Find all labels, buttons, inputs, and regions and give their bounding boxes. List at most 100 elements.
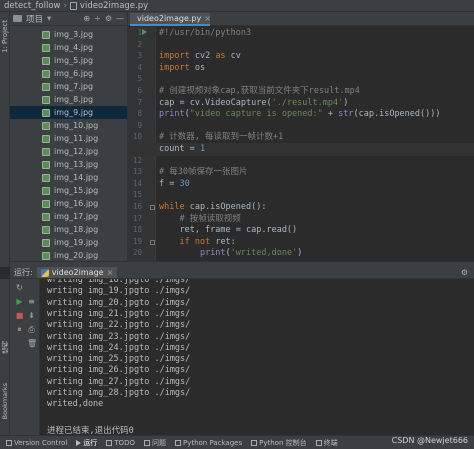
- gear-icon[interactable]: ⚙: [461, 268, 468, 277]
- tree-item[interactable]: img_9.jpg: [10, 106, 127, 119]
- run-console[interactable]: writing img_18.jpgto ./imgs/writing img_…: [40, 279, 474, 435]
- image-file-icon: [42, 225, 50, 234]
- tree-item[interactable]: img_18.jpg: [10, 223, 127, 236]
- image-file-icon: [42, 56, 50, 65]
- scroll-to-end-icon[interactable]: ⇟: [27, 311, 36, 320]
- console-line: writing img_19.jpgto ./imgs/: [47, 286, 191, 297]
- tree-item[interactable]: img_3.jpg: [10, 28, 127, 41]
- breadcrumb-separator: ›: [63, 0, 67, 11]
- editor-tab-bar: video2image.py ×: [128, 12, 474, 26]
- tree-item[interactable]: img_10.jpg: [10, 119, 127, 132]
- stop-icon[interactable]: ■: [15, 311, 24, 320]
- console-line: writing img_21.jpgto ./imgs/: [47, 308, 191, 319]
- status-tool-4[interactable]: Python Packages: [174, 439, 242, 447]
- tab-label: video2image.py: [137, 14, 202, 23]
- image-file-icon: [42, 108, 50, 117]
- tree-item-label: img_4.jpg: [54, 43, 94, 52]
- console-line: writed,done: [47, 399, 104, 410]
- tree-item[interactable]: img_6.jpg: [10, 67, 127, 80]
- status-tool-5[interactable]: Python 控制台: [251, 438, 307, 448]
- project-tool-button[interactable]: 1: Project: [1, 20, 9, 53]
- console-line: writing img_20.jpgto ./imgs/: [47, 297, 191, 308]
- project-tool-2-icon[interactable]: ⚙: [105, 14, 112, 23]
- image-file-icon: [42, 160, 50, 169]
- image-file-icon: [42, 95, 50, 104]
- code-editor[interactable]: 1234567891011121314151617181920 #!/usr/b…: [128, 27, 474, 261]
- run-toolbar: ↻ ▶ ■ ⏸ ≡ ⇟ ⎙ 🗑: [10, 279, 40, 435]
- rerun-icon[interactable]: ↻: [15, 283, 24, 292]
- tree-item[interactable]: img_16.jpg: [10, 197, 127, 210]
- image-file-icon: [42, 82, 50, 91]
- status-tool-label: Python 控制台: [259, 438, 307, 447]
- tree-item-label: img_12.jpg: [54, 147, 99, 156]
- image-file-icon: [42, 43, 50, 52]
- status-tool-3[interactable]: 问题: [143, 438, 166, 448]
- image-file-icon: [42, 30, 50, 39]
- tree-item[interactable]: img_14.jpg: [10, 171, 127, 184]
- project-panel-header: 项目 ▾ ⊕ ÷ ⚙ —: [10, 12, 127, 26]
- status-tool-1[interactable]: 运行: [76, 438, 97, 448]
- image-file-icon: [42, 69, 50, 78]
- status-tool-0[interactable]: Version Control: [6, 439, 67, 447]
- image-file-icon: [42, 251, 50, 260]
- problems-icon: [143, 439, 150, 446]
- tree-item[interactable]: img_4.jpg: [10, 41, 127, 54]
- image-file-icon: [42, 173, 50, 182]
- code-line: print('writed,done'): [199, 248, 303, 259]
- tree-item[interactable]: img_12.jpg: [10, 145, 127, 158]
- image-file-icon: [42, 121, 50, 130]
- print-icon[interactable]: ⎙: [27, 325, 36, 334]
- tree-item[interactable]: img_17.jpg: [10, 210, 127, 223]
- console-line: writing img_23.jpgto ./imgs/: [47, 331, 191, 342]
- tree-item[interactable]: img_13.jpg: [10, 158, 127, 171]
- tree-item-label: img_13.jpg: [54, 160, 99, 169]
- console-line: writing img_25.jpgto ./imgs/: [47, 354, 191, 365]
- console-line: 进程已结束,退出代码0: [47, 425, 134, 435]
- tree-item-label: img_17.jpg: [54, 212, 99, 221]
- project-tool-1-icon[interactable]: ÷: [94, 14, 101, 23]
- tree-item[interactable]: img_11.jpg: [10, 132, 127, 145]
- image-file-icon: [42, 134, 50, 143]
- folder-icon: [13, 15, 22, 22]
- project-panel-title[interactable]: 项目: [26, 13, 43, 25]
- tree-item[interactable]: img_5.jpg: [10, 54, 127, 67]
- run-tab-video2image[interactable]: video2image ×: [36, 267, 118, 278]
- status-tool-label: Version Control: [14, 438, 68, 447]
- soft-wrap-icon[interactable]: ≡: [27, 297, 36, 306]
- tree-item-label: img_15.jpg: [54, 186, 99, 195]
- tab-video2image[interactable]: video2image.py ×: [130, 13, 211, 26]
- image-file-icon: [42, 212, 50, 221]
- tree-item-label: img_19.jpg: [54, 238, 99, 247]
- console-line: writing img_28.jpgto ./imgs/: [47, 388, 191, 398]
- file-icon: [69, 1, 77, 10]
- project-tool-0-icon[interactable]: ⊕: [83, 14, 90, 23]
- close-tab-icon[interactable]: ×: [204, 14, 211, 23]
- tree-item-label: img_3.jpg: [54, 30, 94, 39]
- project-breadcrumb[interactable]: detect_follow: [4, 1, 61, 11]
- close-run-tab-icon[interactable]: ×: [107, 268, 114, 277]
- tree-item-label: img_20.jpg: [54, 251, 99, 260]
- tree-item[interactable]: img_15.jpg: [10, 184, 127, 197]
- tree-item-label: img_18.jpg: [54, 225, 99, 234]
- status-tool-label: 终端: [323, 438, 338, 447]
- pause-icon[interactable]: ⏸: [15, 325, 24, 334]
- status-tool-6[interactable]: 终端: [315, 438, 338, 448]
- tree-item-label: img_11.jpg: [54, 134, 99, 143]
- tree-item[interactable]: img_7.jpg: [10, 80, 127, 93]
- tree-item[interactable]: img_8.jpg: [10, 93, 127, 106]
- bookmarks-tool-button[interactable]: Bookmarks: [1, 383, 9, 419]
- chevron-down-icon[interactable]: ▾: [47, 14, 51, 24]
- file-breadcrumb[interactable]: video2image.py: [80, 1, 148, 11]
- project-tool-3-icon[interactable]: —: [116, 14, 124, 23]
- clear-icon[interactable]: 🗑: [27, 339, 37, 348]
- console-line: writing img_27.jpgto ./imgs/: [47, 376, 191, 387]
- tree-item-label: img_7.jpg: [54, 82, 94, 91]
- status-tool-label: 问题: [151, 438, 166, 447]
- status-tool-2[interactable]: TODO: [106, 439, 135, 447]
- console-line: writing img_18.jpgto ./imgs/: [47, 279, 191, 285]
- tree-item[interactable]: img_19.jpg: [10, 236, 127, 249]
- run-icon[interactable]: ▶: [15, 297, 24, 306]
- python-file-icon: [40, 268, 49, 277]
- status-tool-label: 运行: [83, 438, 98, 447]
- image-file-icon: [42, 199, 50, 208]
